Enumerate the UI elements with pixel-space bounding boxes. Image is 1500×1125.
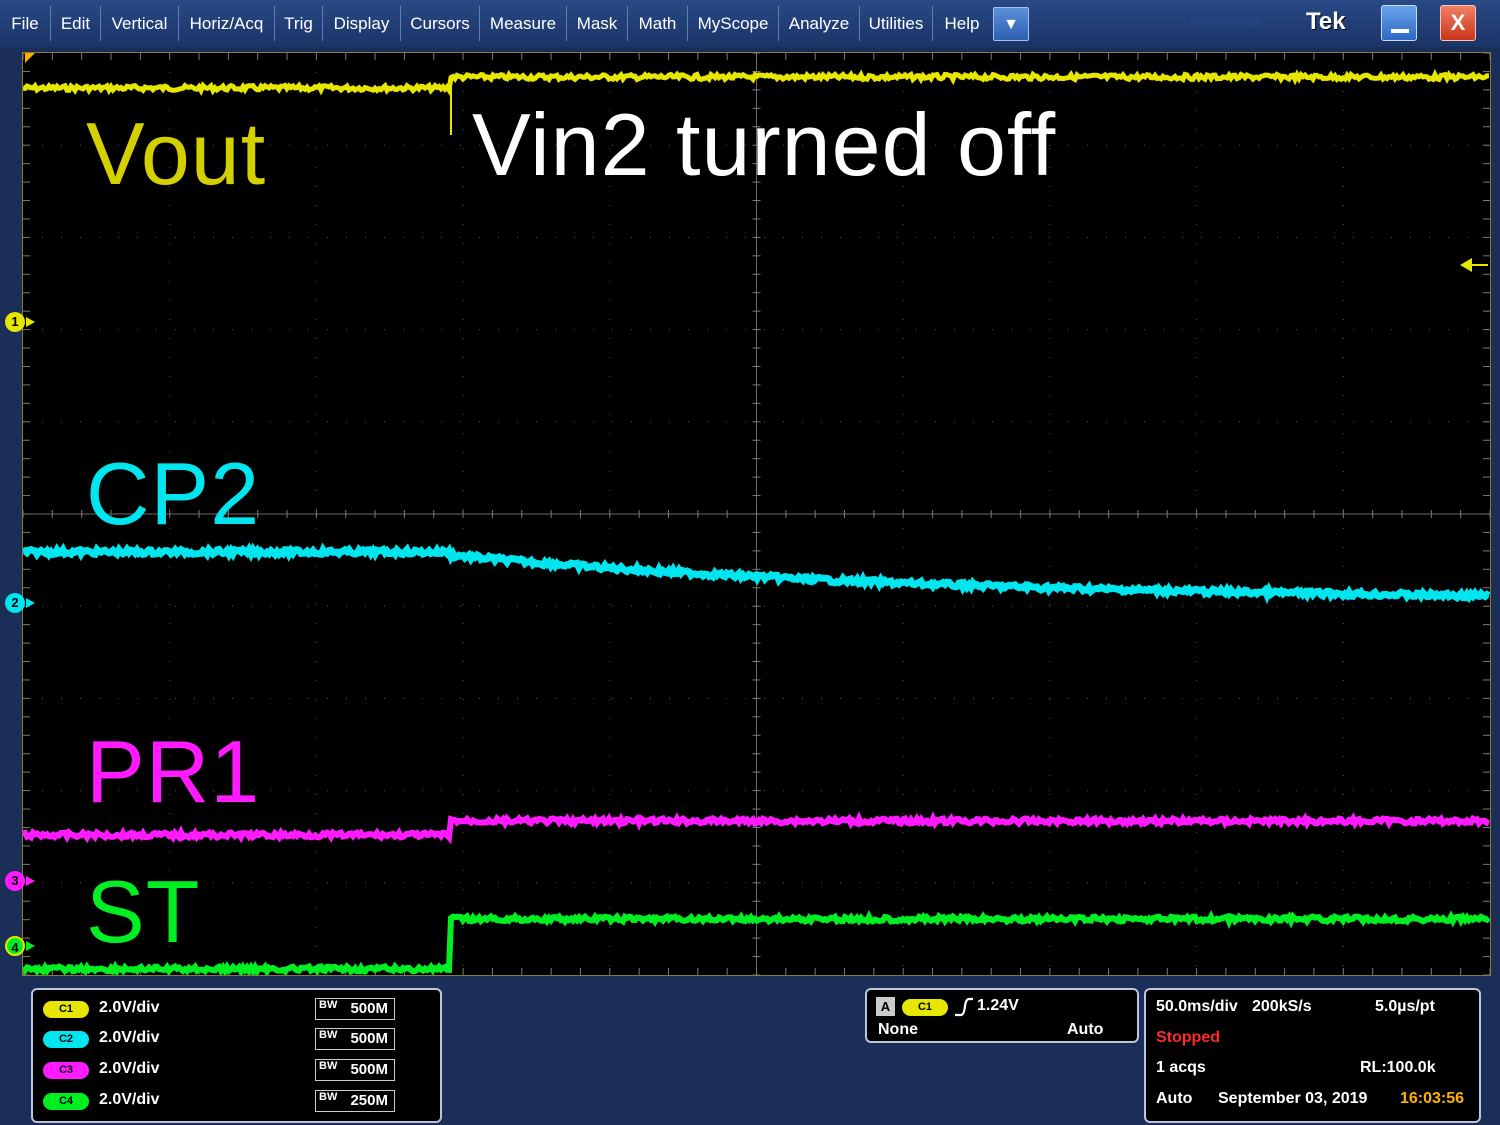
menu-measure[interactable]: Measure [480,0,566,47]
ch1-marker[interactable]: 1 [5,312,25,332]
ch3-marker[interactable]: 3 [5,871,25,891]
ch2-marker-arrow-icon [26,598,35,608]
tek-logo: Tek [1306,8,1346,35]
menu-display[interactable]: Display [323,0,400,47]
ch4-marker-arrow-icon [26,941,35,951]
bandwidth-icon: BW [319,1060,338,1072]
menu-math[interactable]: Math [628,0,687,47]
ch4-bandwidth-value: 250M [350,1092,388,1109]
status-panel: C1 2.0V/div BW 500M C2 2.0V/div BW 500M C3… [0,981,1500,1125]
st-label: ST [86,862,201,961]
rising-edge-icon [955,997,973,1017]
acquisition-mode: Auto [1156,1090,1193,1107]
ch2-badge: C2 [43,1031,89,1048]
trigger-sweep: Auto [1067,1021,1104,1038]
ch1-bandwidth[interactable]: BW 500M [315,998,395,1020]
menu-analyze[interactable]: Analyze [779,0,859,47]
close-button[interactable]: X [1440,5,1476,41]
bandwidth-icon: BW [319,1091,338,1103]
ch3-marker-arrow-icon [26,876,35,886]
annotation-label: Vin2 turned off [472,95,1057,194]
model-label: DPO5054B [1190,14,1261,30]
timebase-settings-box[interactable]: 50.0ms/div 200kS/s 5.0µs/pt Stopped 1 ac… [1144,988,1481,1123]
menu-mask[interactable]: Mask [567,0,627,47]
menu-file[interactable]: File [0,0,50,47]
acquisition-status: Stopped [1156,1029,1220,1046]
chevron-down-icon[interactable]: ▼ [993,7,1029,41]
minimize-icon [1391,29,1409,33]
ch1-marker-arrow-icon [26,317,35,327]
ch1-badge: C1 [43,1001,89,1018]
acquisition-count: 1 acqs [1156,1059,1206,1076]
time-per-point: 5.0µs/pt [1375,998,1435,1015]
trigger-source-badge: C1 [902,999,948,1016]
ch4-badge: C4 [43,1093,89,1110]
menu-help[interactable]: Help [933,0,991,47]
menu-vertical[interactable]: Vertical [101,0,178,47]
pr1-label: PR1 [86,722,261,821]
ch3-scale: 2.0V/div [99,1060,160,1077]
ch3-bandwidth[interactable]: BW 500M [315,1059,395,1081]
vout-label: Vout [86,104,267,203]
trigger-position-icon [25,53,35,63]
minimize-button[interactable] [1381,5,1417,41]
ch2-marker[interactable]: 2 [5,593,25,613]
sample-rate: 200kS/s [1252,998,1312,1015]
menu-bar: File Edit Vertical Horiz/Acq Trig Displa… [0,0,1500,47]
ch2-bandwidth[interactable]: BW 500M [315,1028,395,1050]
menu-horiz-acq[interactable]: Horiz/Acq [179,0,274,47]
trigger-settings-box[interactable]: A C1 1.24V None Auto [865,988,1139,1043]
ch3-badge: C3 [43,1062,89,1079]
menu-utilities[interactable]: Utilities [860,0,932,47]
bandwidth-icon: BW [319,999,338,1011]
trigger-mode-badge: A [876,997,895,1016]
trigger-level: 1.24V [977,997,1019,1014]
acquisition-date: September 03, 2019 [1218,1090,1368,1107]
bandwidth-icon: BW [319,1029,338,1041]
menu-cursors[interactable]: Cursors [401,0,479,47]
ch4-bandwidth[interactable]: BW 250M [315,1090,395,1112]
ch2-scale: 2.0V/div [99,1029,160,1046]
ch4-scale: 2.0V/div [99,1091,160,1108]
cp2-label: CP2 [86,444,261,543]
ch3-bandwidth-value: 500M [350,1061,388,1078]
acquisition-time: 16:03:56 [1400,1090,1465,1107]
ch1-scale: 2.0V/div [99,999,160,1016]
ch2-bandwidth-value: 500M [350,1030,388,1047]
record-length: RL:100.0k [1360,1059,1436,1076]
ch1-bandwidth-value: 500M [350,1000,388,1017]
menu-myscope[interactable]: MyScope [688,0,778,47]
timebase-scale: 50.0ms/div [1156,998,1238,1015]
trigger-coupling: None [878,1021,918,1038]
channel-settings-box[interactable]: C1 2.0V/div BW 500M C2 2.0V/div BW 500M C3… [31,988,442,1123]
ch4-marker[interactable]: 4 [5,936,25,956]
menu-trig[interactable]: Trig [275,0,322,47]
menu-edit[interactable]: Edit [51,0,100,47]
